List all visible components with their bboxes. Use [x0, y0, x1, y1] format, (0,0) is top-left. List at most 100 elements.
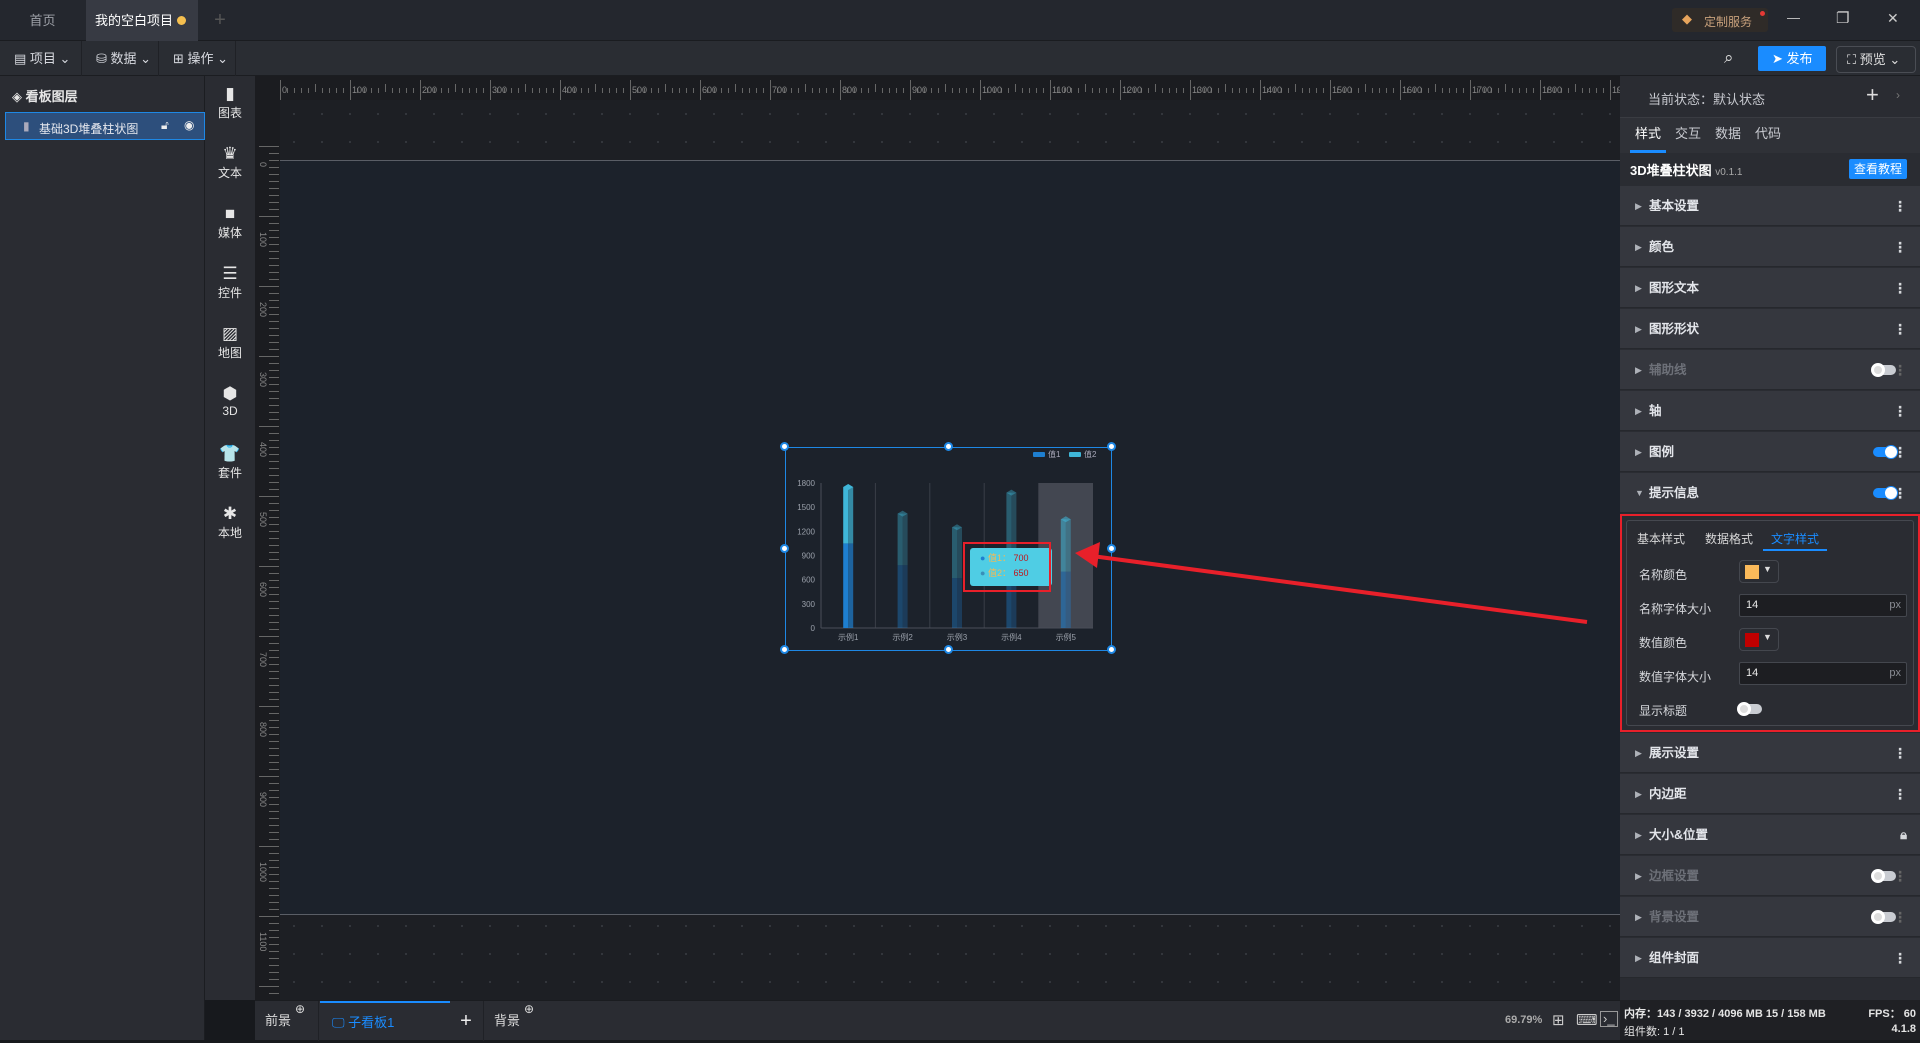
name-color-picker[interactable]: ▼	[1739, 560, 1779, 583]
section-header[interactable]: ▶ 背景设置 ⋮	[1620, 897, 1920, 937]
more-vertical-icon[interactable]: ⋮	[1893, 856, 1907, 896]
properties-panel: 当前状态：默认状态 + › 样式 交互 数据 代码 3D堆叠柱状图 v0.1.1 查看…	[1620, 76, 1920, 1000]
subtab-basic-style[interactable]: 基本样式	[1637, 530, 1685, 547]
chart-component[interactable]: 0 300 600 900 1200 1500 1800 示例1 示例2 示例3 示例4 示例5 值1 值…	[780, 442, 1116, 654]
fit-screen-icon[interactable]: ⊞	[1552, 1011, 1565, 1029]
section-header[interactable]: ▶ 内边距 ⋮	[1620, 774, 1920, 814]
resize-handle[interactable]	[780, 442, 789, 451]
tutorial-button[interactable]: 查看教程	[1849, 159, 1907, 179]
resize-handle[interactable]	[944, 442, 953, 451]
keyboard-icon[interactable]: ⌨	[1576, 1011, 1598, 1029]
more-vertical-icon[interactable]: ⋮	[1893, 227, 1907, 267]
resize-handle[interactable]	[780, 544, 789, 553]
subtab-data-format[interactable]: 数据格式	[1705, 530, 1753, 547]
custom-service-button[interactable]: ◆ 定制服务	[1672, 8, 1768, 32]
subtab-text-style[interactable]: 文字样式	[1763, 530, 1827, 551]
add-state-button[interactable]: +	[1866, 82, 1879, 108]
ruler-left: 0 100 200 300 400 500 600 700 800 900 1000 1100	[255, 100, 280, 1000]
eye-icon[interactable]: ◉	[184, 118, 194, 132]
name-size-input[interactable]: 14 px	[1739, 594, 1907, 617]
publish-button[interactable]: ➤ 发布	[1758, 46, 1826, 71]
add-circle-icon[interactable]: ⊕	[295, 989, 305, 1029]
search-icon[interactable]: ⌕	[1724, 48, 1734, 68]
more-vertical-icon[interactable]: ⋮	[1893, 391, 1907, 431]
ruler-tick	[269, 965, 279, 966]
tool-1[interactable]: ♛ 文本	[205, 144, 255, 181]
menu-data[interactable]: ⛁ 数据 ⌄	[82, 41, 159, 76]
tool-2[interactable]: ■ 媒体	[205, 204, 255, 241]
tool-4[interactable]: ▨ 地图	[205, 324, 255, 361]
ruler-tick	[371, 88, 372, 93]
section-header[interactable]: ▶ 颜色 ⋮	[1620, 227, 1920, 267]
more-vertical-icon[interactable]: ⋮	[1893, 473, 1907, 513]
ruler-tick	[269, 314, 279, 315]
ruler-tick	[269, 664, 279, 665]
section-header[interactable]: ▶ 组件封面 ⋮	[1620, 938, 1920, 978]
more-vertical-icon[interactable]: ⋮	[1893, 186, 1907, 226]
ruler-label: 800	[258, 722, 268, 738]
resize-handle[interactable]	[1107, 442, 1116, 451]
section-header[interactable]: ▶ 图例 ⋮	[1620, 432, 1920, 472]
layer-item[interactable]: ▮ 基础3D堆叠柱状图 🔓︎ ◉	[5, 112, 205, 140]
panel-tab[interactable]: 代码	[1750, 117, 1786, 153]
tool-3[interactable]: ☰ 控件	[205, 264, 255, 301]
more-vertical-icon[interactable]: ⋮	[1893, 774, 1907, 814]
section-header[interactable]: ▼ 提示信息 ⋮	[1620, 473, 1920, 513]
ruler-tick	[269, 692, 279, 693]
caret-right-icon: ▶	[1635, 283, 1642, 293]
chevron-right-icon[interactable]: ›	[1896, 88, 1900, 102]
tab-home[interactable]: 首页	[0, 0, 85, 41]
restore-button[interactable]: ❐	[1836, 9, 1849, 27]
menu-operation[interactable]: ⊞ 操作 ⌄	[159, 41, 236, 76]
section-header[interactable]: ▶ 辅助线 ⋮	[1620, 350, 1920, 390]
section-header[interactable]: ▶ 大小&位置 🔒︎	[1620, 815, 1920, 855]
section-header[interactable]: ▶ 展示设置 ⋮	[1620, 733, 1920, 773]
value-color-picker[interactable]: ▼	[1739, 628, 1779, 651]
ruler-tick	[269, 573, 279, 574]
tool-5[interactable]: ⬢ 3D	[205, 384, 255, 418]
resize-handle[interactable]	[944, 645, 953, 654]
zoom-level[interactable]: 69.79%	[1505, 1014, 1542, 1026]
section-header[interactable]: ▶ 基本设置 ⋮	[1620, 186, 1920, 226]
new-tab-button[interactable]: +	[205, 0, 235, 41]
menu-project[interactable]: ▤ 项目 ⌄	[0, 41, 82, 76]
more-vertical-icon[interactable]: ⋮	[1893, 938, 1907, 978]
more-vertical-icon[interactable]: ⋮	[1893, 309, 1907, 349]
subboard-tab[interactable]: 🖵︎ 子看板1	[320, 1001, 450, 1041]
show-title-toggle[interactable]	[1737, 702, 1762, 716]
more-vertical-icon[interactable]: ⋮	[1893, 432, 1907, 472]
tool-6[interactable]: 👕 套件	[205, 444, 255, 481]
terminal-icon[interactable]: ›_	[1600, 1011, 1618, 1027]
section-header[interactable]: ▶ 图形文本 ⋮	[1620, 268, 1920, 308]
add-circle-icon[interactable]: ⊕	[524, 989, 534, 1029]
close-button[interactable]: ✕	[1887, 10, 1899, 27]
more-vertical-icon[interactable]: ⋮	[1893, 268, 1907, 308]
add-subboard-button[interactable]: +	[450, 1001, 482, 1041]
resize-handle[interactable]	[780, 645, 789, 654]
legend-label: 值2	[1084, 449, 1097, 459]
minimize-button[interactable]: —	[1787, 10, 1800, 25]
section-header[interactable]: ▶ 边框设置 ⋮	[1620, 856, 1920, 896]
value-size-input[interactable]: 14 px	[1739, 662, 1907, 685]
unlock-icon[interactable]: 🔓︎	[161, 118, 169, 133]
resize-handle[interactable]	[1107, 645, 1116, 654]
more-vertical-icon[interactable]: ⋮	[1893, 897, 1907, 937]
more-vertical-icon[interactable]: ⋮	[1893, 350, 1907, 390]
panel-tab[interactable]: 样式	[1630, 117, 1666, 153]
background-tab[interactable]: 背景 ⊕	[483, 1001, 543, 1041]
more-vertical-icon[interactable]: ⋮	[1893, 733, 1907, 773]
section-header[interactable]: ▶ 轴 ⋮	[1620, 391, 1920, 431]
panel-tab[interactable]: 交互	[1670, 117, 1706, 153]
section-header[interactable]: ▶ 图形形状 ⋮	[1620, 309, 1920, 349]
tool-7[interactable]: ✱ 本地	[205, 504, 255, 541]
ruler-tick	[269, 587, 279, 588]
lock-icon[interactable]: 🔒︎	[1900, 815, 1907, 855]
foreground-tab[interactable]: 前景 ⊕	[255, 1001, 319, 1041]
preview-button[interactable]: ⛶ 预览 ⌄	[1836, 46, 1916, 73]
resize-handle[interactable]	[1107, 544, 1116, 553]
ruler-tick	[420, 80, 421, 100]
tab-project[interactable]: 我的空白项目	[86, 0, 198, 41]
panel-tab[interactable]: 数据	[1710, 117, 1746, 153]
tool-0[interactable]: ▮ 图表	[205, 84, 255, 121]
ruler-label: 1000	[982, 85, 1003, 95]
